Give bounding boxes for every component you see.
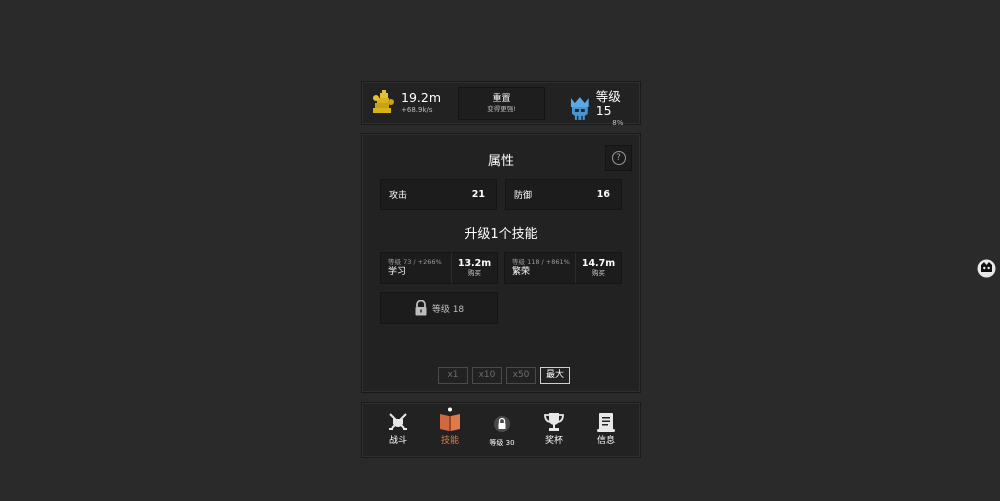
buy-learning-button[interactable]: 13.2m 购买 [451, 253, 497, 283]
defense-label: 防御 [514, 191, 533, 201]
locked-skill-label: 等级 18 [431, 304, 465, 315]
nav-locked[interactable]: 等级 30 [482, 409, 522, 449]
skill-name: 繁荣 [512, 267, 531, 277]
top-status-bar: 19.2m +68.9k/s 重置 变得更强! 等级 15 8% [361, 81, 641, 128]
reset-subtitle: 变得更强! [487, 105, 516, 113]
gold-display: 19.2m +68.9k/s [371, 90, 441, 116]
attack-value: 21 [471, 189, 485, 200]
locked-skill-slot: 等级 18 [380, 292, 498, 324]
reset-label: 重置 [492, 94, 511, 104]
attack-label: 攻击 [389, 191, 408, 201]
skill-meta: 等级 73 / +266% [388, 258, 442, 266]
multiplier-selector: x1 x10 x50 最大 [438, 367, 570, 384]
buy-label: 购买 [468, 269, 481, 277]
skull-crown-icon [570, 97, 589, 120]
level-progress: 8% [612, 119, 624, 127]
nav-skills[interactable]: 技能 [430, 407, 470, 447]
skill-learning: 等级 73 / +266% 学习 13.2m 购买 [380, 252, 498, 284]
buy-label: 购买 [592, 269, 605, 277]
book-icon [440, 407, 460, 431]
defense-value: 16 [596, 189, 610, 200]
bottom-navigation: 战斗 技能 等级 30 奖杯 信息 [361, 402, 641, 458]
nav-battle-label: 战斗 [388, 436, 407, 446]
nav-info-label: 信息 [596, 436, 615, 446]
multiplier-max-button[interactable]: 最大 [540, 367, 570, 384]
defense-stat: 防御 16 [505, 179, 622, 210]
skills-panel: 属性 ? 攻击 21 防御 16 升级1个技能 等级 73 / +266% 学习… [361, 133, 641, 393]
trophy-icon [544, 413, 564, 431]
level-display: 等级 15 8% [569, 90, 640, 128]
lock-icon [415, 300, 427, 316]
attributes-title: 属性 [487, 154, 514, 169]
skill-prosperity: 等级 118 / +861% 繁荣 14.7m 购买 [504, 252, 622, 284]
help-button[interactable]: ? [605, 145, 632, 171]
level-value: 等级 15 [595, 89, 621, 118]
gold-amount: 19.2m [401, 90, 442, 105]
multiplier-x50-button[interactable]: x50 [506, 367, 536, 384]
question-icon: ? [611, 151, 626, 165]
multiplier-x1-button[interactable]: x1 [438, 367, 468, 384]
skill-price: 14.7m [581, 258, 616, 269]
buy-prosperity-button[interactable]: 14.7m 购买 [575, 253, 621, 283]
nav-locked-label: 等级 30 [489, 439, 515, 447]
multiplier-x10-button[interactable]: x10 [472, 367, 502, 384]
scroll-icon [597, 413, 615, 432]
attack-stat: 攻击 21 [380, 179, 497, 210]
gold-coins-icon [373, 90, 394, 113]
reset-button[interactable]: 重置 变得更强! [458, 87, 545, 120]
skill-name: 学习 [388, 267, 407, 277]
gold-rate: +68.9k/s [401, 106, 433, 114]
nav-trophies-label: 奖杯 [544, 436, 563, 446]
crossed-swords-shield-icon [389, 413, 407, 430]
lock-icon [494, 416, 510, 432]
nav-info[interactable]: 信息 [586, 409, 626, 447]
upgrade-skills-title: 升级1个技能 [464, 227, 538, 242]
nav-battle[interactable]: 战斗 [378, 409, 418, 447]
skill-price: 13.2m [457, 258, 492, 269]
skill-meta: 等级 118 / +861% [512, 258, 570, 266]
nav-skills-label: 技能 [440, 436, 459, 446]
nav-trophies[interactable]: 奖杯 [534, 409, 574, 447]
floating-avatar-icon[interactable] [977, 259, 996, 278]
